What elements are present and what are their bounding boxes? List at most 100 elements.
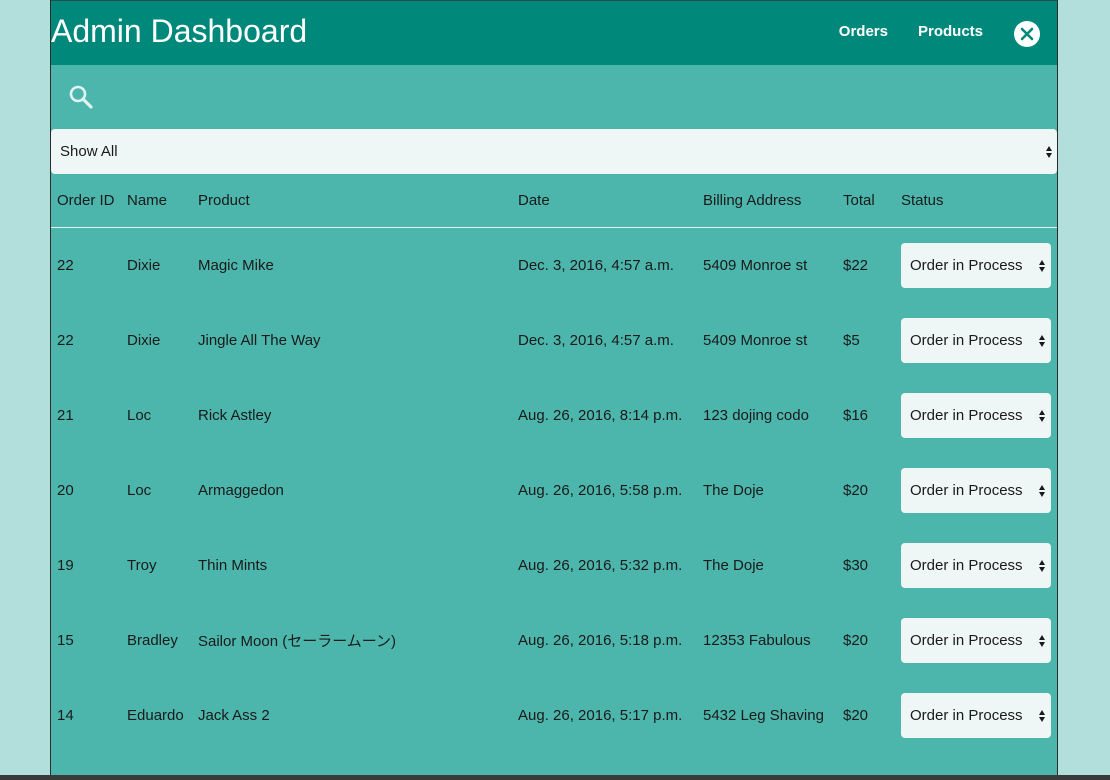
status-cell: Order in Process [895,378,1057,453]
date-cell: Dec. 3, 2016, 4:57 a.m. [518,332,674,349]
customer-name-cell: Dixie [127,257,161,274]
column-header-billing-address: Billing Address [697,174,837,228]
order-status-select[interactable]: Order in Process [901,318,1051,363]
product-cell: Jingle All The Way [198,332,321,349]
total-cell: $5 [843,332,860,349]
order-status-select[interactable]: Order in Process [901,243,1051,288]
admin-app: Admin Dashboard Orders Products Show All… [50,0,1058,780]
order-status-value: Order in Process [910,332,1023,349]
updown-arrows-icon [1039,484,1045,497]
status-cell: Order in Process [895,603,1057,678]
close-button[interactable] [1014,21,1040,47]
order-status-value: Order in Process [910,482,1023,499]
table-row: 15 Bradley Sailor Moon (セーラームーン) Aug. 26… [51,603,1057,678]
order-id-cell: 14 [57,707,74,724]
nav-orders-link[interactable]: Orders [839,23,888,40]
status-cell: Order in Process [895,228,1057,304]
product-cell: Rick Astley [198,407,272,424]
orders-table: Order ID Name Product Date Billing Addre… [51,174,1057,753]
updown-arrows-icon [1039,559,1045,572]
order-id-cell: 20 [57,482,74,499]
updown-arrows-icon [1046,145,1052,158]
taskbar-strip [0,775,1110,780]
order-status-value: Order in Process [910,257,1023,274]
status-cell: Order in Process [895,678,1057,753]
updown-arrows-icon [1039,709,1045,722]
table-row: 22 Dixie Jingle All The Way Dec. 3, 2016… [51,303,1057,378]
table-row: 21 Loc Rick Astley Aug. 26, 2016, 8:14 p… [51,378,1057,453]
order-id-cell: 19 [57,557,74,574]
date-cell: Aug. 26, 2016, 5:17 p.m. [518,707,683,724]
table-row: 22 Dixie Magic Mike Dec. 3, 2016, 4:57 a… [51,228,1057,304]
total-cell: $20 [843,482,869,499]
status-cell: Order in Process [895,453,1057,528]
product-cell: Jack Ass 2 [198,707,270,724]
column-header-date: Date [512,174,697,228]
updown-arrows-icon [1039,634,1045,647]
order-status-value: Order in Process [910,632,1023,649]
customer-name-cell: Loc [127,407,152,424]
order-status-value: Order in Process [910,407,1023,424]
date-cell: Aug. 26, 2016, 5:58 p.m. [518,482,683,499]
order-id-cell: 21 [57,407,74,424]
column-header-order-id: Order ID [51,174,121,228]
order-status-select[interactable]: Order in Process [901,468,1051,513]
billing-address-cell: The Doje [703,557,764,574]
column-header-status: Status [895,174,1057,228]
updown-arrows-icon [1039,334,1045,347]
billing-address-cell: 5432 Leg Shaving [703,707,824,724]
total-cell: $16 [843,407,869,424]
main-nav: Orders Products [839,23,983,40]
page-title: Admin Dashboard [51,13,308,49]
close-icon [1020,27,1034,41]
order-id-cell: 22 [57,332,74,349]
order-status-value: Order in Process [910,707,1023,724]
customer-name-cell: Loc [127,482,152,499]
order-status-select[interactable]: Order in Process [901,543,1051,588]
billing-address-cell: The Doje [703,482,764,499]
column-header-product: Product [192,174,512,228]
search-icon[interactable] [68,84,94,110]
billing-address-cell: 123 dojing codo [703,407,809,424]
customer-name-cell: Troy [127,557,157,574]
status-cell: Order in Process [895,528,1057,603]
product-cell: Sailor Moon (セーラームーン) [198,633,396,650]
total-cell: $20 [843,707,869,724]
status-filter-value: Show All [60,143,118,160]
table-header-row: Order ID Name Product Date Billing Addre… [51,174,1057,228]
column-header-name: Name [121,174,192,228]
customer-name-cell: Dixie [127,332,161,349]
updown-arrows-icon [1039,259,1045,272]
product-cell: Armaggedon [198,482,284,499]
order-id-cell: 15 [57,632,74,649]
order-status-select[interactable]: Order in Process [901,393,1051,438]
order-status-value: Order in Process [910,557,1023,574]
status-filter-select[interactable]: Show All [51,129,1057,174]
total-cell: $20 [843,632,869,649]
header-bar: Admin Dashboard Orders Products [51,0,1057,65]
table-row: 14 Eduardo Jack Ass 2 Aug. 26, 2016, 5:1… [51,678,1057,753]
total-cell: $22 [843,257,869,274]
search-bar [51,65,1057,129]
product-cell: Thin Mints [198,557,268,574]
date-cell: Dec. 3, 2016, 4:57 a.m. [518,257,674,274]
customer-name-cell: Bradley [127,632,178,649]
total-cell: $30 [843,557,869,574]
customer-name-cell: Eduardo [127,707,184,724]
date-cell: Aug. 26, 2016, 5:32 p.m. [518,557,683,574]
status-cell: Order in Process [895,303,1057,378]
table-row: 20 Loc Armaggedon Aug. 26, 2016, 5:58 p.… [51,453,1057,528]
column-header-total: Total [837,174,895,228]
order-status-select[interactable]: Order in Process [901,693,1051,738]
billing-address-cell: 5409 Monroe st [703,332,808,349]
order-id-cell: 22 [57,257,74,274]
date-cell: Aug. 26, 2016, 8:14 p.m. [518,407,683,424]
billing-address-cell: 5409 Monroe st [703,257,808,274]
order-status-select[interactable]: Order in Process [901,618,1051,663]
nav-products-link[interactable]: Products [918,23,983,40]
updown-arrows-icon [1039,409,1045,422]
billing-address-cell: 12353 Fabulous [703,632,811,649]
date-cell: Aug. 26, 2016, 5:18 p.m. [518,632,683,649]
product-cell: Magic Mike [198,257,274,274]
table-row: 19 Troy Thin Mints Aug. 26, 2016, 5:32 p… [51,528,1057,603]
